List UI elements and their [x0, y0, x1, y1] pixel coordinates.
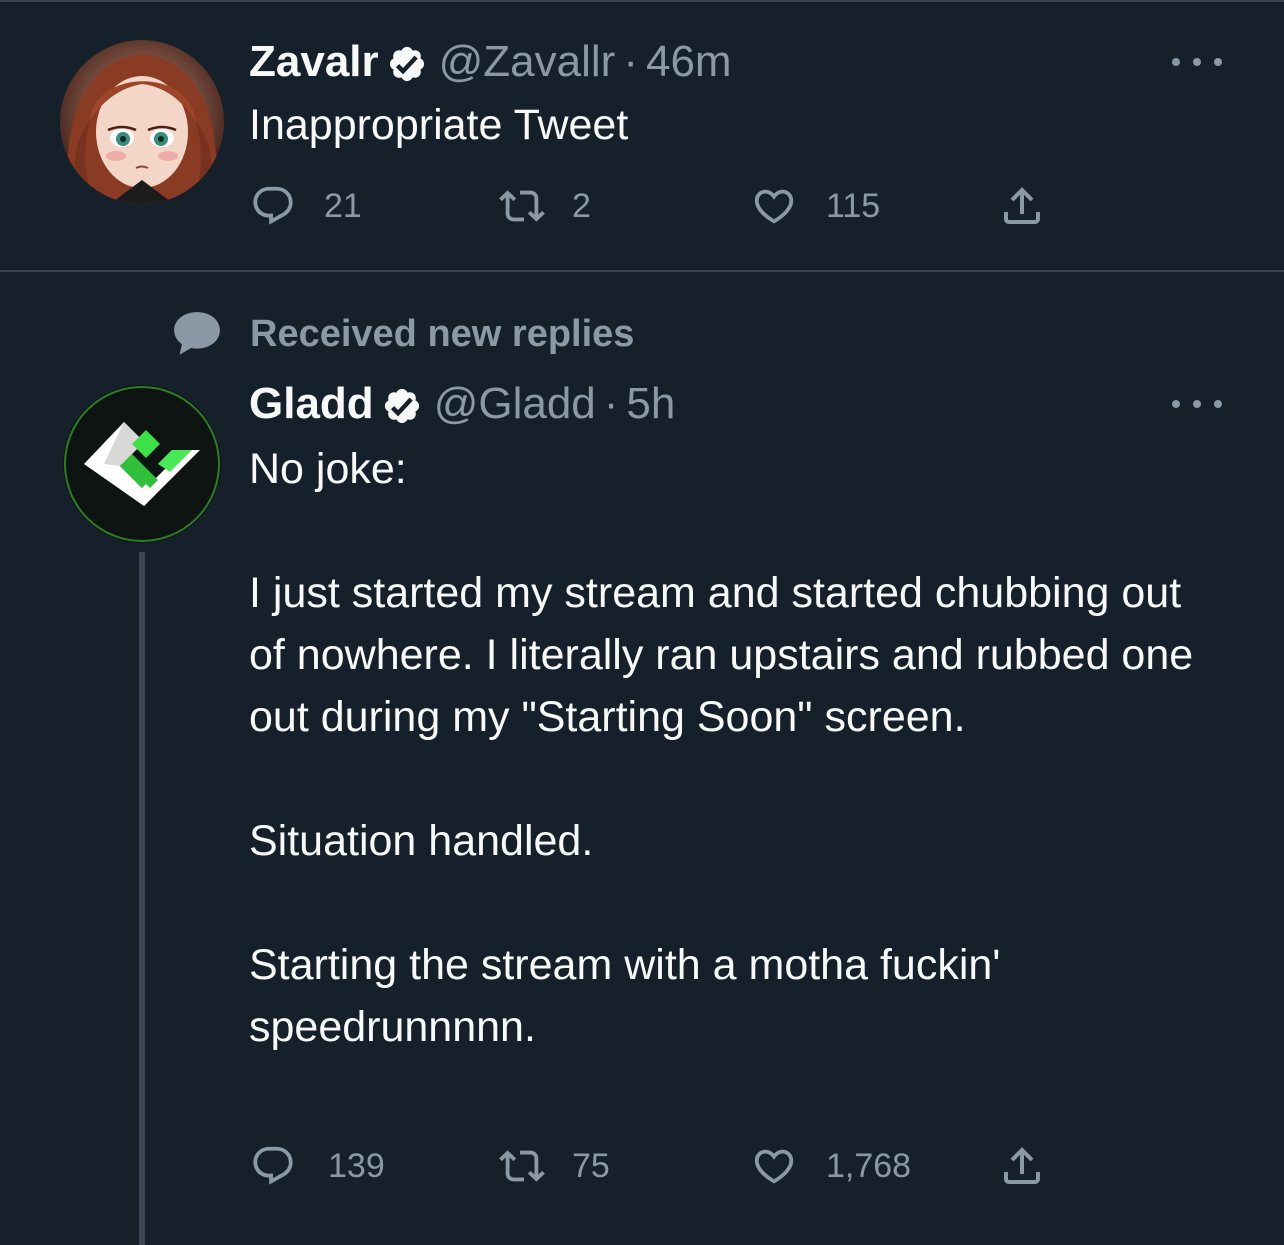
- like-count: 1,768: [826, 1146, 912, 1185]
- reply-count: 21: [324, 186, 362, 225]
- tweet-divider: [0, 270, 1284, 272]
- reply-count: 139: [328, 1146, 385, 1185]
- like-button[interactable]: 115: [750, 183, 880, 229]
- verified-badge-icon: [387, 42, 427, 82]
- heart-icon: [754, 189, 794, 224]
- avatar-zavalr[interactable]: [60, 40, 224, 204]
- thread-connector-line: [139, 552, 145, 1245]
- like-button[interactable]: 1,768: [750, 1143, 911, 1189]
- retweet-icon: [499, 190, 545, 222]
- reply-button[interactable]: 139: [250, 1143, 385, 1189]
- separator-dot: ·: [603, 379, 619, 428]
- reply-button[interactable]: 21: [250, 183, 362, 229]
- top-border: [0, 0, 1284, 2]
- retweet-icon: [499, 1150, 545, 1182]
- share-button[interactable]: [998, 1142, 1046, 1190]
- retweet-button[interactable]: 2: [498, 183, 591, 229]
- verified-badge-icon: [382, 384, 422, 424]
- tweet-header: Zavalr @Zavallr · 46m: [249, 34, 732, 90]
- gladd-logo-avatar: [63, 385, 221, 543]
- anime-portrait-avatar: [60, 40, 224, 204]
- tweet-header: Gladd @Gladd · 5h: [249, 376, 675, 432]
- display-name[interactable]: Zavalr: [249, 34, 379, 90]
- retweet-count: 75: [572, 1146, 610, 1185]
- tweet-time[interactable]: 5h: [626, 376, 675, 432]
- share-button[interactable]: [998, 182, 1046, 230]
- reply-icon: [253, 186, 293, 225]
- retweet-count: 2: [572, 186, 591, 225]
- user-handle[interactable]: @Zavallr: [439, 34, 616, 90]
- display-name[interactable]: Gladd: [249, 376, 374, 432]
- share-icon: [1004, 187, 1040, 224]
- tweet-text: Inappropriate Tweet: [249, 101, 629, 149]
- tweet-text: No joke: I just started my stream and st…: [249, 445, 1194, 1051]
- avatar-gladd[interactable]: [62, 384, 222, 544]
- speech-bubble-icon: [174, 312, 220, 355]
- separator-dot: ·: [623, 37, 638, 86]
- share-icon: [1004, 1147, 1040, 1184]
- retweet-button[interactable]: 75: [498, 1143, 610, 1189]
- tweet-time[interactable]: 46m: [646, 34, 732, 90]
- reply-icon: [253, 1146, 293, 1185]
- social-context[interactable]: Received new replies: [170, 310, 634, 358]
- user-handle[interactable]: @Gladd: [434, 376, 596, 432]
- heart-icon: [754, 1149, 794, 1184]
- social-context-label: Received new replies: [250, 312, 635, 355]
- like-count: 115: [826, 186, 881, 225]
- more-options-icon[interactable]: [1172, 52, 1222, 72]
- more-options-icon[interactable]: [1172, 394, 1222, 414]
